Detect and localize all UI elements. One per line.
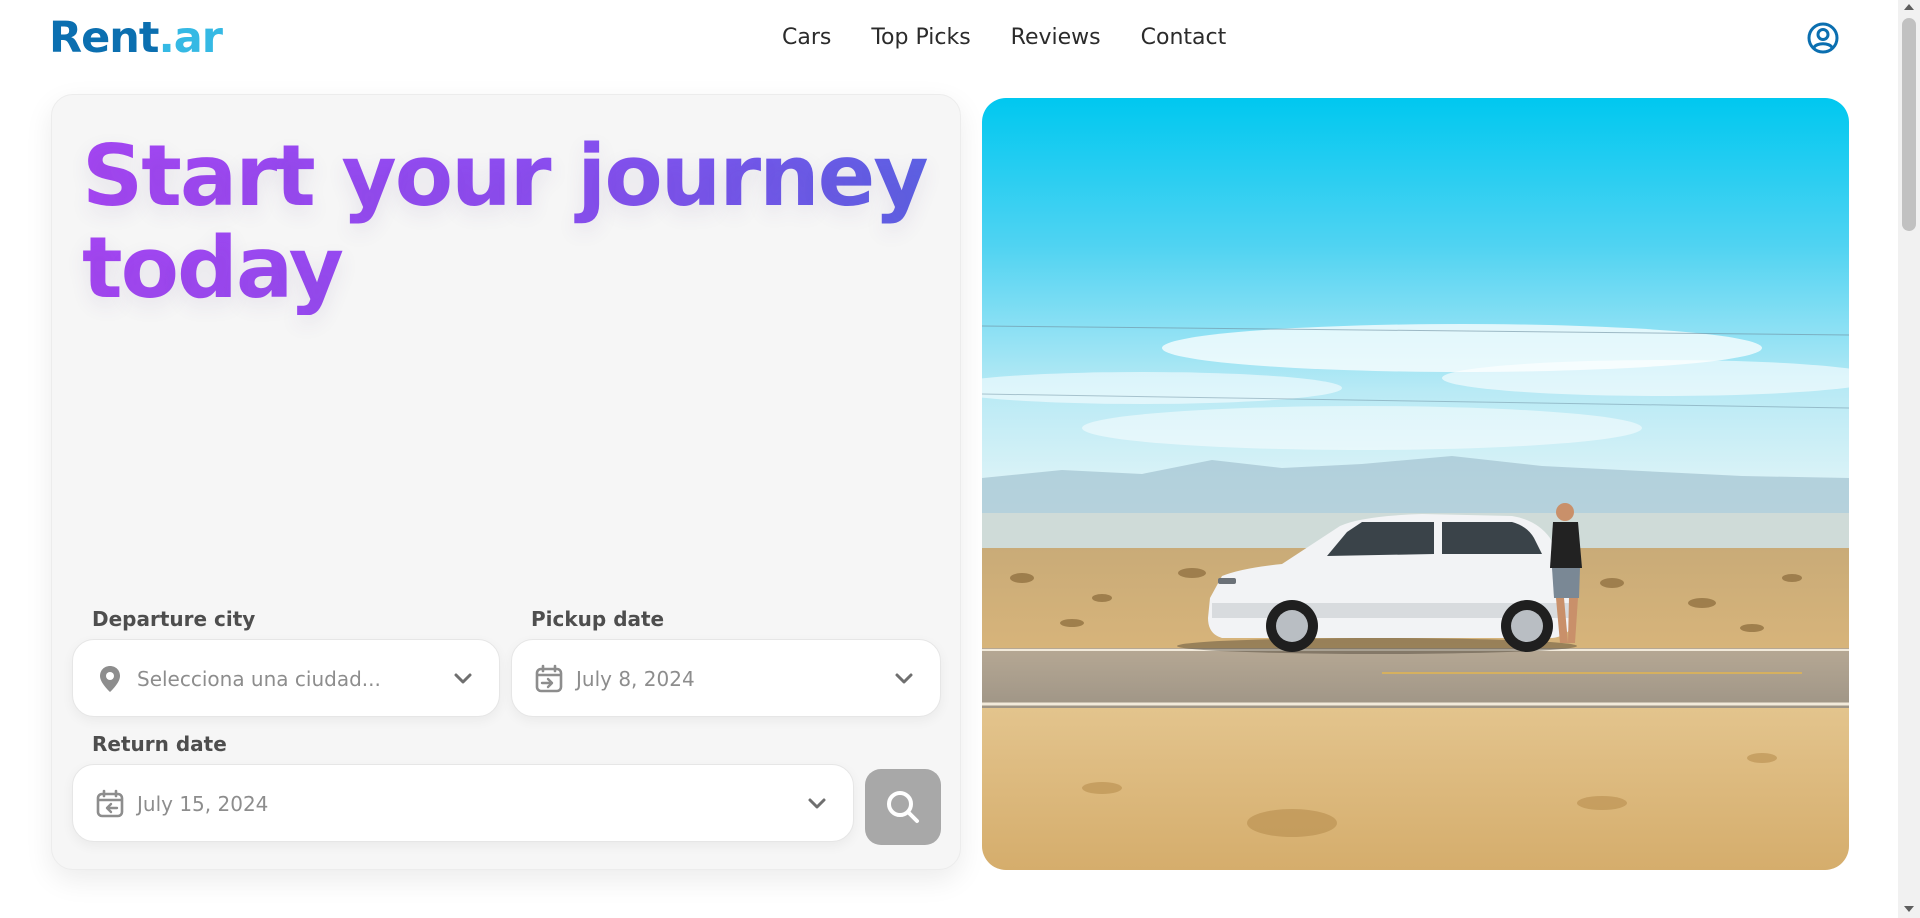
user-account-button[interactable]	[1806, 21, 1840, 55]
logo-text-primary: Rent	[49, 13, 159, 63]
header: Rent.ar Cars Top Picks Reviews Contact	[0, 0, 1898, 76]
hero-image	[982, 98, 1849, 870]
user-circle-icon	[1807, 22, 1839, 54]
chevron-down-icon	[895, 673, 913, 684]
return-date-value: July 15, 2024	[137, 792, 269, 816]
nav-item-contact[interactable]: Contact	[1141, 22, 1227, 54]
pickup-date-select[interactable]: July 8, 2024	[511, 639, 941, 717]
chevron-down-icon	[808, 798, 826, 809]
pickup-date-value: July 8, 2024	[576, 667, 695, 691]
logo[interactable]: Rent.ar	[49, 12, 223, 64]
return-date-label: Return date	[92, 732, 227, 756]
nav-item-reviews[interactable]: Reviews	[1011, 22, 1101, 54]
main-nav: Cars Top Picks Reviews Contact	[782, 22, 1266, 54]
search-icon	[887, 791, 919, 823]
desert-car-illustration	[982, 98, 1849, 870]
location-pin-icon	[100, 666, 120, 692]
calendar-arrow-out-icon	[96, 789, 124, 818]
pickup-date-label: Pickup date	[531, 607, 665, 631]
vertical-scrollbar[interactable]	[1898, 0, 1920, 918]
return-date-select[interactable]: July 15, 2024	[72, 764, 854, 842]
chevron-down-icon	[454, 673, 472, 684]
page: Rent.ar Cars Top Picks Reviews Contact S…	[0, 0, 1920, 918]
search-card: Start your journey today Departure city …	[51, 94, 961, 870]
scroll-down-arrow-icon[interactable]	[1904, 906, 1914, 912]
search-button[interactable]	[865, 769, 941, 845]
departure-city-placeholder: Selecciona una ciudad...	[137, 667, 381, 691]
scroll-up-arrow-icon[interactable]	[1904, 4, 1914, 10]
hero-title: Start your journey today	[82, 131, 942, 315]
scroll-thumb[interactable]	[1902, 18, 1916, 231]
nav-item-cars[interactable]: Cars	[782, 22, 831, 54]
departure-city-select[interactable]: Selecciona una ciudad...	[72, 639, 500, 717]
departure-city-label: Departure city	[92, 607, 256, 631]
nav-item-top-picks[interactable]: Top Picks	[871, 22, 970, 54]
logo-text-secondary: .ar	[158, 13, 223, 63]
calendar-arrow-in-icon	[535, 664, 563, 693]
